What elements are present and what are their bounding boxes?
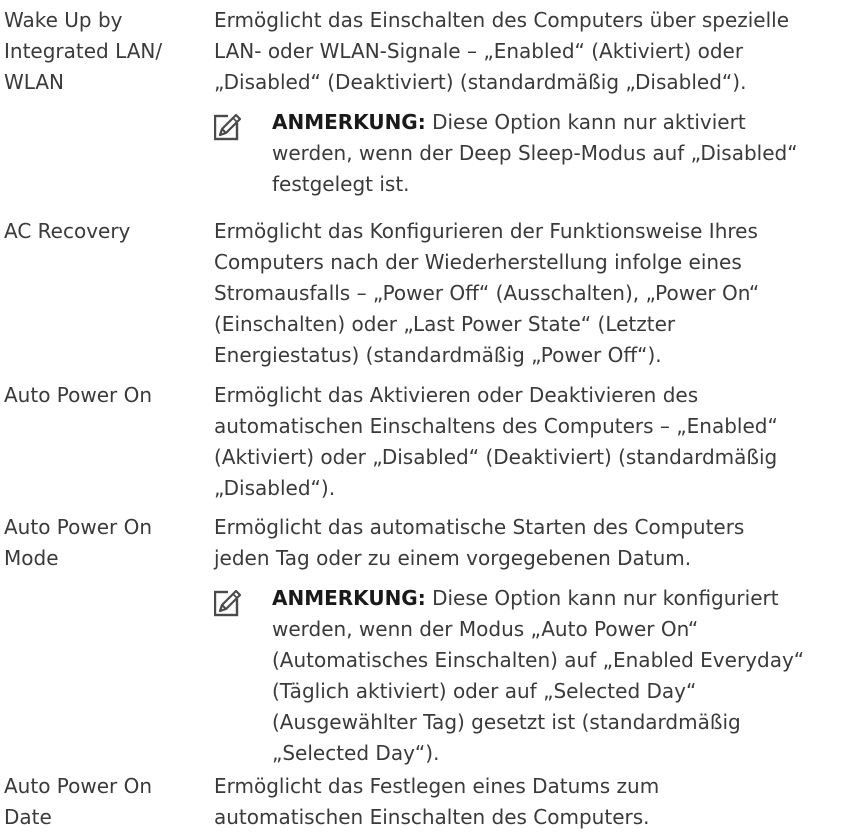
option-term-auto-power-on-mode: Auto Power On Mode bbox=[4, 515, 153, 570]
note-text: ANMERKUNG: Diese Option kann nur konfigu… bbox=[272, 583, 852, 769]
option-term-wake-up-lan: Wake Up by Integrated LAN/ WLAN bbox=[4, 8, 163, 94]
note-body: Diese Option kann nur konfiguriert werde… bbox=[272, 586, 805, 765]
option-term-ac-recovery: AC Recovery bbox=[4, 219, 131, 243]
note-label: ANMERKUNG: bbox=[272, 586, 426, 610]
option-description-auto-power-on: Ermöglicht das Aktivieren oder Deaktivie… bbox=[214, 383, 778, 500]
note-text: ANMERKUNG: Diese Option kann nur aktivie… bbox=[272, 107, 852, 200]
option-term-auto-power-on: Auto Power On bbox=[4, 383, 153, 407]
option-description-ac-recovery: Ermöglicht das Konfigurieren der Funktio… bbox=[214, 219, 760, 367]
option-description-auto-power-on-mode: Ermöglicht das automatische Starten des … bbox=[214, 515, 745, 570]
bios-options-table: Wake Up by Integrated LAN/ WLAN Ermöglic… bbox=[0, 0, 852, 831]
note-label: ANMERKUNG: bbox=[272, 110, 426, 134]
option-description-wake-up-lan: Ermöglicht das Einschalten des Computers… bbox=[214, 8, 790, 94]
pencil-note-icon bbox=[214, 589, 242, 617]
option-description-auto-power-on-date: Ermöglicht das Festlegen eines Datums zu… bbox=[214, 774, 660, 829]
pencil-note-icon bbox=[214, 113, 242, 141]
option-term-auto-power-on-date: Auto Power On Date bbox=[4, 774, 153, 829]
